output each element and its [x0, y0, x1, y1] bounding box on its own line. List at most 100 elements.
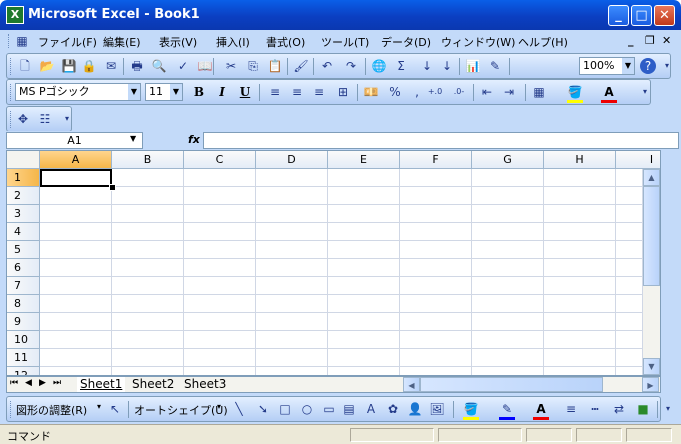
name-box[interactable]: A1	[6, 132, 143, 149]
column-header-d[interactable]: D	[256, 151, 328, 169]
scroll-down-button[interactable]: ▼	[643, 358, 660, 375]
row-header-8[interactable]: 8	[7, 295, 40, 313]
row-header-3[interactable]: 3	[7, 205, 40, 223]
chart-wizard-icon[interactable]: 📊	[465, 58, 481, 74]
worksheet-grid[interactable]: ABCDEFGHI 1 2 3 4 5 6 7 8 9 10 11 12 ▲ ▼	[6, 150, 661, 376]
chevron-down-icon[interactable]: ▾	[97, 402, 101, 411]
font-color-icon[interactable]: A	[533, 401, 549, 420]
italic-button[interactable]: I	[214, 84, 230, 100]
active-cell[interactable]	[40, 169, 112, 187]
currency-icon[interactable]: 💴	[363, 84, 379, 100]
open-icon[interactable]: 📂	[39, 58, 55, 74]
fill-color-icon[interactable]: 🪣	[463, 401, 479, 420]
decrease-decimal-icon[interactable]: .0-	[451, 84, 467, 100]
excel-app-icon[interactable]: X	[6, 6, 24, 24]
arrow-icon[interactable]: ➘	[255, 401, 271, 417]
menu-insert[interactable]: 挿入(I)	[216, 34, 250, 50]
spelling-icon[interactable]: ✓	[175, 58, 191, 74]
diagram-icon[interactable]: ✿	[385, 401, 401, 417]
align-center-icon[interactable]: ≡	[289, 84, 305, 100]
row-header-11[interactable]: 11	[7, 349, 40, 367]
toolbar-options-icon[interactable]: ▾	[637, 84, 653, 100]
percent-icon[interactable]: %	[387, 84, 403, 100]
scroll-up-button[interactable]: ▲	[643, 169, 660, 186]
menu-format[interactable]: 書式(O)	[266, 34, 305, 50]
row-header-1[interactable]: 1	[7, 169, 40, 187]
paste-icon[interactable]: 📋	[267, 58, 283, 74]
excel-doc-icon[interactable]: ▦	[14, 33, 30, 49]
last-sheet-button[interactable]: ⏭	[53, 378, 61, 388]
wordart-icon[interactable]: A	[363, 401, 379, 417]
font-name-combo[interactable]: MS Pゴシック ▼	[15, 83, 141, 101]
research-icon[interactable]: 📖	[197, 58, 213, 74]
hyperlink-icon[interactable]: 🌐	[371, 58, 387, 74]
toolbar-options-icon[interactable]: ▾	[59, 111, 75, 127]
permission-icon[interactable]: 🔒	[81, 58, 97, 74]
title-bar[interactable]: X Microsoft Excel - Book1 _ □ ✕	[0, 0, 681, 30]
column-header-e[interactable]: E	[328, 151, 400, 169]
column-header-a[interactable]: A	[40, 151, 112, 169]
select-objects-icon[interactable]: ↖	[107, 401, 123, 417]
column-header-c[interactable]: C	[184, 151, 256, 169]
minimize-button[interactable]: _	[608, 5, 629, 26]
column-header-f[interactable]: F	[400, 151, 472, 169]
move-icon[interactable]: ✥	[15, 111, 31, 127]
row-header-4[interactable]: 4	[7, 223, 40, 241]
maximize-button[interactable]: □	[631, 5, 652, 26]
decrease-indent-icon[interactable]: ⇤	[479, 84, 495, 100]
chevron-down-icon[interactable]: ▾	[217, 402, 221, 411]
formula-input[interactable]	[203, 132, 679, 149]
chevron-down-icon[interactable]: ▼	[170, 84, 182, 100]
dash-style-icon[interactable]: ┅	[587, 401, 603, 417]
increase-decimal-icon[interactable]: +.0	[427, 84, 443, 100]
rectangle-icon[interactable]: □	[277, 401, 293, 417]
help-icon[interactable]: ?	[640, 58, 656, 74]
merge-center-icon[interactable]: ⊞	[335, 84, 351, 100]
row-header-12[interactable]: 12	[7, 367, 40, 375]
scroll-right-button[interactable]: ▶	[642, 377, 659, 392]
horizontal-scrollbar[interactable]: ◀ ▶	[403, 377, 659, 392]
vertical-textbox-icon[interactable]: ▤	[341, 401, 357, 417]
email-icon[interactable]: ✉	[103, 58, 119, 74]
column-header-g[interactable]: G	[472, 151, 544, 169]
autosum-icon[interactable]: Σ	[393, 58, 409, 74]
picture-icon[interactable]: 🖼	[429, 401, 445, 417]
increase-indent-icon[interactable]: ⇥	[501, 84, 517, 100]
shadow-icon[interactable]: ■	[635, 401, 651, 417]
toolbar-grip[interactable]	[10, 111, 14, 128]
fx-icon[interactable]: fx	[188, 133, 200, 146]
menu-edit[interactable]: 編集(E)	[103, 34, 141, 50]
row-header-6[interactable]: 6	[7, 259, 40, 277]
format-painter-icon[interactable]: 🖌	[293, 58, 309, 74]
textbox-icon[interactable]: ▭	[321, 401, 337, 417]
zoom-combo[interactable]: 100% ▼	[579, 57, 635, 75]
row-header-9[interactable]: 9	[7, 313, 40, 331]
sheet-tab-sheet2[interactable]: Sheet2	[129, 377, 177, 392]
mdi-close-button[interactable]: ✕	[662, 34, 671, 47]
autoshapes-menu-button[interactable]: オートシェイプ(U)	[134, 402, 228, 418]
menu-grip[interactable]	[8, 34, 12, 48]
row-header-10[interactable]: 10	[7, 331, 40, 349]
column-header-b[interactable]: B	[112, 151, 184, 169]
draw-menu-button[interactable]: 図形の調整(R)	[16, 402, 87, 418]
cell-area[interactable]	[40, 169, 643, 375]
chevron-down-icon[interactable]: ▼	[128, 84, 140, 100]
toolbar-grip[interactable]	[10, 84, 14, 101]
print-icon[interactable]: 🖶	[129, 58, 145, 74]
toolbar-grip[interactable]	[10, 58, 14, 75]
bold-button[interactable]: B	[191, 84, 207, 100]
row-header-7[interactable]: 7	[7, 277, 40, 295]
copy-icon[interactable]: ⎘	[245, 58, 261, 74]
menu-help[interactable]: ヘルプ(H)	[518, 34, 568, 50]
chevron-down-icon[interactable]: ▼	[622, 58, 634, 74]
vertical-scroll-thumb[interactable]	[643, 186, 660, 286]
sort-descending-icon[interactable]: ↓	[439, 58, 455, 74]
menu-window[interactable]: ウィンドウ(W)	[441, 34, 515, 50]
column-header-i[interactable]: I	[616, 151, 660, 169]
toolbar-options-icon[interactable]: ▾	[659, 58, 675, 74]
fill-handle[interactable]	[109, 184, 116, 191]
mdi-restore-button[interactable]: ❐	[645, 34, 655, 47]
underline-button[interactable]: U	[237, 84, 253, 100]
new-icon[interactable]: 🗋	[17, 58, 33, 74]
sort-ascending-icon[interactable]: ↓	[419, 58, 435, 74]
